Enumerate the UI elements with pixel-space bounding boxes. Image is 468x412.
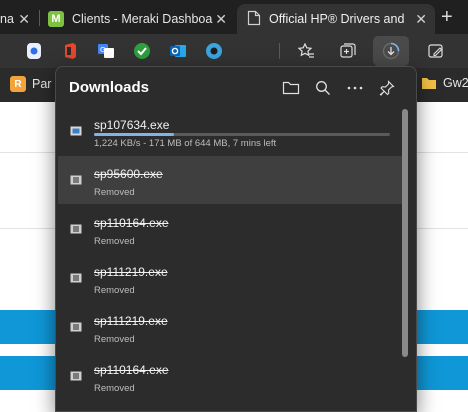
download-item[interactable]: sp111219.exe Removed xyxy=(58,303,402,351)
favorite-label: Gw2 xyxy=(443,76,468,90)
download-item[interactable]: sp107634.exe 1,224 KB/s - 171 MB of 644 … xyxy=(58,107,402,155)
download-item[interactable]: sp110164.exe Removed xyxy=(58,352,402,400)
search-icon[interactable] xyxy=(314,79,332,97)
tab-title: Clients - Meraki Dashboa xyxy=(72,12,213,26)
file-exe-icon xyxy=(70,221,82,234)
toolbar-separator xyxy=(279,43,280,59)
open-folder-icon[interactable] xyxy=(282,79,300,97)
tab-title: na xyxy=(0,12,14,26)
tab-hp-drivers[interactable]: Official HP® Drivers and ✕ xyxy=(237,4,435,34)
check-extension-icon[interactable] xyxy=(132,41,152,61)
download-filename[interactable]: sp107634.exe xyxy=(94,118,169,132)
download-item[interactable]: sp110164.exe Removed xyxy=(58,205,402,253)
download-filename: sp110164.exe xyxy=(94,216,169,230)
download-filename: sp110164.exe xyxy=(94,363,169,377)
download-item[interactable]: sp111219.exe Removed xyxy=(58,254,402,302)
download-status: Removed xyxy=(94,236,135,247)
file-exe-icon xyxy=(70,368,82,381)
favorite-item[interactable]: R Par xyxy=(10,76,51,92)
download-status: Removed xyxy=(94,383,135,394)
translate-icon[interactable]: G xyxy=(96,41,116,61)
download-status: 1,224 KB/s - 171 MB of 644 MB, 7 mins le… xyxy=(94,138,277,149)
download-progress-bar xyxy=(94,133,390,136)
downloads-title: Downloads xyxy=(69,79,150,96)
download-filename: sp111219.exe xyxy=(94,314,168,328)
progress-fill xyxy=(94,133,174,136)
new-tab-icon[interactable]: + xyxy=(441,7,453,27)
tab-title: Official HP® Drivers and xyxy=(269,12,405,26)
scrollbar-thumb[interactable] xyxy=(402,109,408,357)
download-icon[interactable] xyxy=(381,41,401,61)
close-icon[interactable]: ✕ xyxy=(415,11,427,27)
cortana-extension-icon[interactable] xyxy=(204,41,224,61)
pin-icon[interactable] xyxy=(378,79,396,97)
favorite-label: Par xyxy=(32,77,52,91)
tab-0[interactable]: na ✕ xyxy=(0,4,38,34)
download-filename: sp95600.exe xyxy=(94,167,163,181)
favorite-folder[interactable]: Gw2 xyxy=(421,76,468,90)
download-status: Removed xyxy=(94,285,135,296)
tab-strip: na ✕ M Clients - Meraki Dashboa ✕ Offici… xyxy=(0,0,468,34)
extension-icon[interactable] xyxy=(24,41,44,61)
meraki-favicon-icon: M xyxy=(48,11,64,27)
office-extension-icon[interactable] xyxy=(60,41,80,61)
file-exe-icon xyxy=(70,319,82,332)
favorites-icon[interactable] xyxy=(296,41,316,61)
page-icon xyxy=(247,10,261,29)
scrollbar[interactable] xyxy=(401,107,409,407)
rpa-icon: R xyxy=(10,76,26,92)
svg-text:G: G xyxy=(100,46,105,54)
file-exe-icon xyxy=(70,172,82,185)
outlook-icon[interactable] xyxy=(168,41,188,61)
folder-icon xyxy=(421,76,437,90)
file-exe-icon xyxy=(70,270,82,283)
toolbar: G xyxy=(0,34,468,68)
download-filename: sp111219.exe xyxy=(94,265,168,279)
download-status: Removed xyxy=(94,334,135,345)
downloads-flyout: Downloads sp107634.exe 1,224 KB/s - 171 … xyxy=(55,66,417,412)
close-icon[interactable]: ✕ xyxy=(215,11,227,27)
download-status: Removed xyxy=(94,187,135,198)
file-exe-icon xyxy=(70,123,82,136)
collections-icon[interactable] xyxy=(338,41,358,61)
close-icon[interactable]: ✕ xyxy=(18,11,30,27)
download-item[interactable]: sp95600.exe Removed xyxy=(58,156,402,204)
feedback-icon[interactable] xyxy=(426,41,446,61)
tab-meraki[interactable]: M Clients - Meraki Dashboa ✕ xyxy=(40,4,235,34)
more-options-icon[interactable] xyxy=(346,79,364,97)
